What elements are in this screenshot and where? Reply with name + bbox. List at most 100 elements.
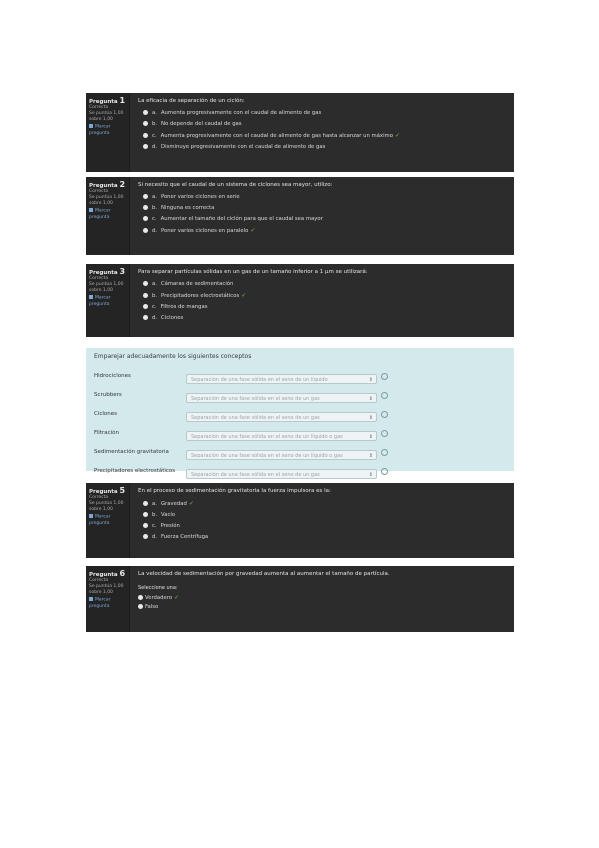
radio-button[interactable] [143,205,148,210]
answer-select[interactable]: Separación de una fase sólida en el seno… [186,412,377,422]
answer-option[interactable]: c. Presión [143,523,508,529]
radio-button[interactable] [143,144,148,149]
answer-option[interactable]: c. Aumentar el tamaño del ciclón para que… [143,216,508,222]
matching-question: Emparejar adecuadamente los siguientes c… [86,348,514,479]
question-text: Si necesito que el caudal de un sistema … [138,182,333,188]
question-mark: Se puntúa 1,00 sobre 1,00 [89,282,124,293]
flag-question-link[interactable]: Marcar pregunta [89,514,129,527]
radio-button[interactable] [143,304,148,309]
matching-row: Hidrociclones Separación de una fase sól… [94,366,506,385]
answer-select[interactable]: Separación de una fase sólida en el seno… [186,393,377,403]
question-number: Pregunta 1 [89,96,126,105]
question-number: Pregunta 2 [89,180,126,189]
question-2: Pregunta 2 Correcta Se puntúa 1,00 sobre… [86,177,514,255]
radio-button[interactable] [143,121,148,126]
check-icon [381,449,388,456]
matching-term: Sedimentación gravitatoria [94,448,169,455]
question-mark: Se puntúa 1,00 sobre 1,00 [89,111,124,122]
radio-button[interactable] [143,194,148,199]
answer-option[interactable]: b. Precipitadores electrostáticos ✓ [143,292,508,299]
question-3: Pregunta 3 Correcta Se puntúa 1,00 sobre… [86,264,514,337]
answer-select[interactable]: Separación de una fase sólida en el seno… [186,450,377,460]
check-icon [381,430,388,437]
matching-term: Hidrociclones [94,372,131,379]
answer-option[interactable]: Verdadero ✓ [138,594,508,601]
answer-option[interactable]: a. Poner varios ciclones en serie [143,194,508,200]
question-text: Para separar partículas sólidas en un ga… [138,269,368,275]
answer-option[interactable]: b. Vacío [143,512,508,518]
question-text: La eficacia de separación de un ciclón: [138,98,245,104]
flag-question-link[interactable]: Marcar pregunta [89,597,129,610]
chevron-updown-icon: ⇕ [368,453,373,459]
question-text: En el proceso de sedimentación gravitato… [138,488,331,494]
check-icon: ✓ [188,500,194,507]
question-5: Pregunta 5 Correcta Se puntúa 1,00 sobre… [86,483,514,558]
question-mark: Se puntúa 1,00 sobre 1,00 [89,501,124,512]
check-icon [381,373,388,380]
radio-button[interactable] [138,595,143,600]
radio-button[interactable] [143,501,148,506]
radio-button[interactable] [143,523,148,528]
question-info: Pregunta 2 Correcta Se puntúa 1,00 sobre… [86,177,130,255]
matching-row: Scrubbers Separación de una fase sólida … [94,385,506,404]
check-icon [381,411,388,418]
question-mark: Se puntúa 1,00 sobre 1,00 [89,195,124,206]
chevron-updown-icon: ⇕ [368,472,373,478]
matching-row: Filtración Separación de una fase sólida… [94,423,506,442]
radio-button[interactable] [143,216,148,221]
answer-select[interactable]: Separación de una fase sólida en el seno… [186,431,377,441]
check-icon: ✓ [241,292,247,299]
question-info: Pregunta 6 Correcta Se puntúa 1,00 sobre… [86,566,130,632]
answer-option[interactable]: c. Filtros de mangas [143,304,508,310]
matching-row: Ciclones Separación de una fase sólida e… [94,404,506,423]
radio-button[interactable] [138,604,143,609]
check-icon: ✓ [174,594,180,601]
answer-select[interactable]: Separación de una fase sólida en el seno… [186,374,377,384]
radio-button[interactable] [143,110,148,115]
question-info: Pregunta 1 Correcta Se puntúa 1,00 sobre… [86,93,130,172]
answer-option[interactable]: b. Ninguna es correcta [143,205,508,211]
flag-icon [89,124,93,128]
flag-question-link[interactable]: Marcar pregunta [89,295,129,308]
matching-table: Hidrociclones Separación de una fase sól… [94,366,506,480]
answer-option[interactable]: c. Aumenta progresivamente con el caudal … [143,132,508,139]
question-number: Pregunta 3 [89,267,126,276]
answer-option[interactable]: d. Poner varios ciclones en paralelo ✓ [143,227,508,234]
answer-option[interactable]: b. No depende del caudal de gas [143,121,508,127]
chevron-updown-icon: ⇕ [368,434,373,440]
radio-button[interactable] [143,228,148,233]
matching-title: Emparejar adecuadamente los siguientes c… [94,353,252,360]
radio-button[interactable] [143,281,148,286]
radio-button[interactable] [143,512,148,517]
flag-icon [89,295,93,299]
flag-question-link[interactable]: Marcar pregunta [89,208,129,221]
answer-option[interactable]: d. Disminuye progresivamente con el cauda… [143,144,508,150]
answer-option[interactable]: a. Gravedad ✓ [143,500,508,507]
answer-option[interactable]: a. Aumenta progresivamente con el caudal … [143,110,508,116]
flag-icon [89,208,93,212]
question-mark: Se puntúa 1,00 sobre 1,00 [89,584,124,595]
answer-select[interactable]: Separación de una fase sólida en el seno… [186,469,377,479]
question-6: Pregunta 6 Correcta Se puntúa 1,00 sobre… [86,566,514,632]
chevron-updown-icon: ⇕ [368,396,373,402]
question-number: Pregunta 5 [89,486,126,495]
chevron-updown-icon: ⇕ [368,415,373,421]
question-info: Pregunta 5 Correcta Se puntúa 1,00 sobre… [86,483,130,558]
radio-button[interactable] [143,293,148,298]
chevron-updown-icon: ⇕ [368,377,373,383]
flag-question-link[interactable]: Marcar pregunta [89,124,129,137]
check-icon: ✓ [250,227,256,234]
answer-option[interactable]: a. Cámaras de sedimentación [143,281,508,287]
radio-button[interactable] [143,315,148,320]
question-1: Pregunta 1 Correcta Se puntúa 1,00 sobre… [86,93,514,172]
matching-term: Ciclones [94,410,118,417]
flag-icon [89,597,93,601]
matching-term: Filtración [94,429,120,436]
answer-option[interactable]: Falso [138,604,508,610]
radio-button[interactable] [143,534,148,539]
radio-button[interactable] [143,133,148,138]
answer-option[interactable]: d. Ciclones [143,315,508,321]
answer-option[interactable]: d. Fuerza Centrífuga [143,534,508,540]
check-icon: ✓ [394,132,400,139]
question-info: Pregunta 3 Correcta Se puntúa 1,00 sobre… [86,264,130,337]
